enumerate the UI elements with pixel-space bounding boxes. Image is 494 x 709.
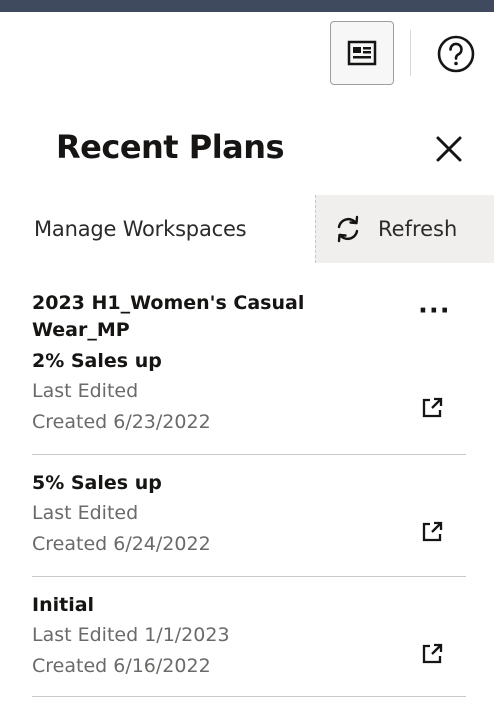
workspace-name-line1: 2023 H1_Women's Casual <box>32 292 305 314</box>
plan-list-item[interactable]: 5% Sales up Last Edited Created 6/24/202… <box>32 470 466 577</box>
plan-name[interactable]: 5% Sales up <box>32 470 162 496</box>
toolbar-divider <box>410 30 411 76</box>
panel-title: Recent Plans <box>56 128 285 166</box>
plan-created: Created 6/24/2022 <box>32 533 211 555</box>
open-external-icon[interactable] <box>420 642 444 666</box>
refresh-label: Refresh <box>378 217 458 241</box>
plan-name[interactable]: Initial <box>32 592 94 618</box>
more-options-icon[interactable]: ··· <box>418 296 451 326</box>
plan-list-item[interactable]: 2023 H1_Women's Casual Wear_MP ··· 2% Sa… <box>32 290 466 455</box>
workspace-name-line2: Wear_MP <box>32 319 130 341</box>
plan-created: Created 6/23/2022 <box>32 411 211 433</box>
refresh-button[interactable]: Refresh <box>315 195 494 263</box>
plan-last-edited: Last Edited 1/1/2023 <box>32 624 230 646</box>
plan-list-item[interactable]: Initial Last Edited 1/1/2023 Created 6/1… <box>32 592 466 697</box>
open-external-icon[interactable] <box>420 520 444 544</box>
close-icon[interactable] <box>434 134 464 164</box>
plan-last-edited: Last Edited <box>32 502 139 524</box>
refresh-icon <box>337 215 359 243</box>
help-circle-icon[interactable] <box>436 34 476 74</box>
open-external-icon[interactable] <box>420 396 444 420</box>
plan-name[interactable]: 2% Sales up <box>32 348 162 374</box>
manage-workspaces-tab[interactable]: Manage Workspaces <box>34 217 247 241</box>
plan-last-edited: Last Edited <box>32 380 139 402</box>
panel-tabs: Manage Workspaces Refresh <box>0 195 494 263</box>
panel-toggle-button[interactable] <box>330 21 394 85</box>
id-card-icon <box>347 40 377 66</box>
top-header-bar <box>0 0 494 12</box>
plan-created: Created 6/16/2022 <box>32 655 211 677</box>
